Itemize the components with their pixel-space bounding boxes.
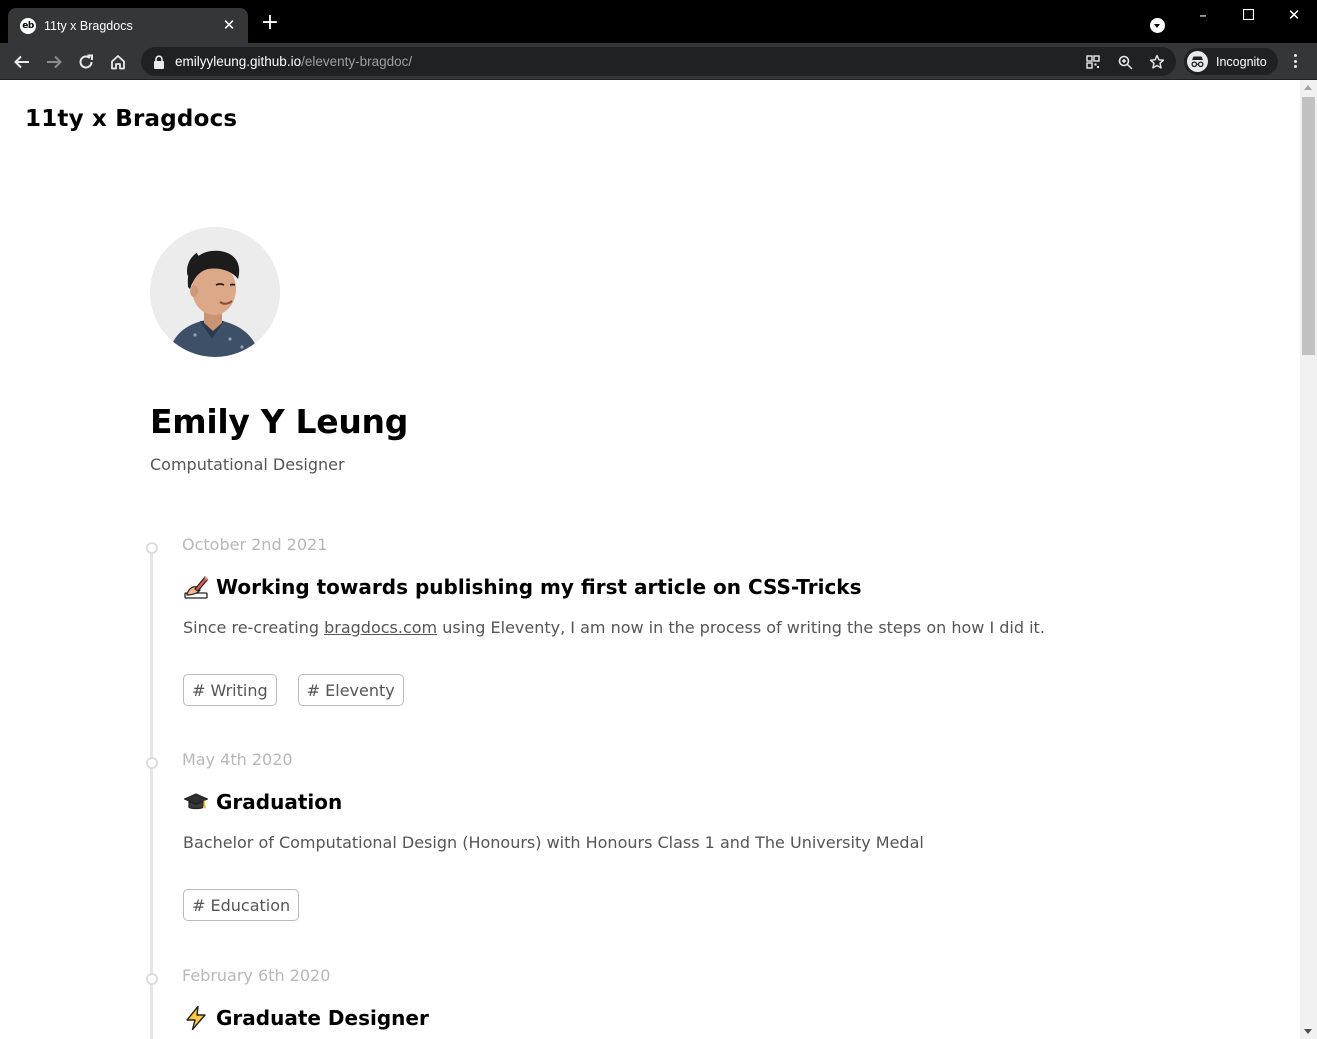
entry-tags: # Education — [183, 889, 300, 921]
site-title[interactable]: 11ty x Bragdocs — [25, 106, 237, 132]
tag-education[interactable]: # Education — [183, 889, 300, 921]
back-icon[interactable] — [11, 51, 33, 73]
entry-description-text: Since re-creating — [183, 618, 325, 637]
entry-title-text: Graduation — [216, 790, 343, 814]
scroll-thumb[interactable] — [1302, 97, 1315, 355]
tab-title: 11ty x Bragdocs — [44, 18, 133, 33]
minimize-icon[interactable]: – — [1193, 5, 1213, 25]
entry-date: February 6th 2020 — [182, 966, 331, 985]
address-bar[interactable]: emilyyleung.github.io/eleventy-bragdoc/ — [141, 47, 1176, 76]
entry-date: May 4th 2020 — [182, 750, 293, 769]
lock-icon — [153, 54, 165, 69]
zoom-icon[interactable] — [1116, 53, 1134, 71]
timeline-line — [150, 553, 153, 1039]
reload-icon[interactable] — [75, 51, 97, 73]
entry-tags: # Writing # Eleventy — [183, 674, 404, 706]
writing-hand-icon — [183, 574, 209, 600]
scroll-up-arrow-icon[interactable] — [1304, 85, 1312, 90]
new-tab-icon[interactable]: + — [260, 12, 280, 34]
profile-avatar — [150, 227, 280, 357]
url-path: /eleventy-bragdoc/ — [301, 54, 413, 69]
maximize-icon[interactable] — [1238, 5, 1258, 25]
url-text: emilyyleung.github.io/eleventy-bragdoc/ — [175, 54, 412, 69]
incognito-icon — [1187, 51, 1208, 72]
entry-title: Graduate Designer — [183, 1005, 429, 1031]
tag-writing[interactable]: # Writing — [183, 674, 277, 706]
page-content: 11ty x Bragdocs Emily Y Leung Computatio… — [0, 80, 1300, 1039]
browser-titlebar: eb 11ty x Bragdocs ✕ + – ✕ — [0, 0, 1317, 43]
page-scrollbar[interactable] — [1300, 80, 1317, 1039]
tag-eleventy[interactable]: # Eleventy — [297, 674, 404, 706]
timeline-dot — [146, 542, 158, 554]
tab-favicon-icon: eb — [20, 17, 36, 34]
home-icon[interactable] — [107, 51, 129, 73]
forward-icon[interactable] — [43, 51, 65, 73]
incognito-profile-button[interactable]: Incognito — [1184, 48, 1278, 75]
url-host: emilyyleung.github.io — [175, 54, 302, 69]
qr-code-icon[interactable] — [1084, 53, 1102, 71]
lightning-icon — [183, 1005, 209, 1031]
profile-name: Emily Y Leung — [150, 402, 409, 441]
entry-title: Working towards publishing my first arti… — [183, 574, 862, 600]
profile-role: Computational Designer — [150, 455, 345, 474]
entry-description: Bachelor of Computational Design (Honour… — [183, 833, 924, 852]
browser-tab[interactable]: eb 11ty x Bragdocs ✕ — [8, 8, 248, 43]
close-window-icon[interactable]: ✕ — [1284, 5, 1304, 25]
bragdocs-link[interactable]: bragdocs.com — [324, 618, 437, 637]
entry-description-text: using Eleventy, I am now in the process … — [437, 618, 1045, 637]
graduation-cap-icon — [183, 789, 209, 815]
tab-search-icon[interactable] — [1150, 18, 1165, 33]
scroll-down-arrow-icon[interactable] — [1304, 1029, 1312, 1034]
incognito-label: Incognito — [1216, 54, 1267, 69]
entry-title-text: Graduate Designer — [216, 1006, 429, 1030]
timeline-dot — [146, 973, 158, 985]
bookmark-star-icon[interactable] — [1148, 53, 1166, 71]
entry-date: October 2nd 2021 — [182, 535, 328, 554]
entry-description: Since re-creating bragdocs.com using Ele… — [183, 618, 1045, 637]
tab-close-icon[interactable]: ✕ — [220, 17, 238, 35]
browser-toolbar: emilyyleung.github.io/eleventy-bragdoc/ … — [0, 43, 1317, 80]
entry-title-text: Working towards publishing my first arti… — [216, 575, 862, 599]
entry-title: Graduation — [183, 789, 342, 815]
browser-menu-icon[interactable] — [1286, 52, 1304, 70]
timeline-dot — [146, 757, 158, 769]
